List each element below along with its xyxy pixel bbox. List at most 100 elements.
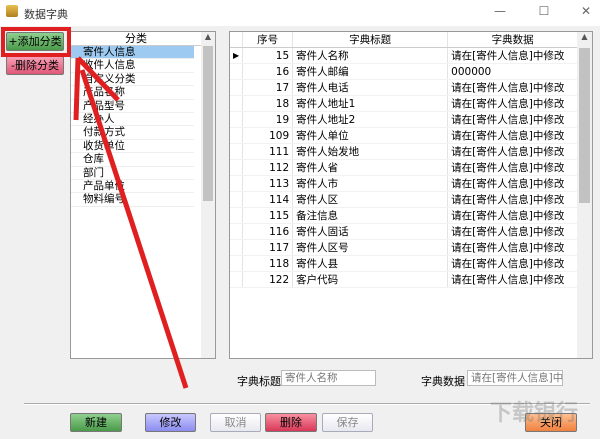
table-row[interactable]: 115 备注信息 请在[寄件人信息]中修改 [230,207,579,224]
delete-button[interactable]: 删除 [265,413,317,432]
new-button[interactable]: 新建 [70,413,122,432]
row-id: 15 [242,47,294,64]
category-item[interactable]: 经办人 [71,113,194,127]
row-id: 118 [242,255,294,272]
row-title: 备注信息 [292,207,449,224]
row-title: 寄件人市 [292,175,449,192]
row-indicator-icon [230,95,244,112]
scroll-up-icon[interactable]: ▲ [577,32,592,41]
cancel-button[interactable]: 取消 [210,413,261,432]
row-id: 111 [242,143,294,160]
row-indicator-icon [230,271,244,288]
app-icon [6,5,18,17]
row-data: 请在[寄件人信息]中修改 [447,111,579,128]
table-row[interactable]: 117 寄件人区号 请在[寄件人信息]中修改 [230,239,579,256]
col-header-id[interactable]: 序号 [242,32,294,48]
table-row[interactable]: 118 寄件人县 请在[寄件人信息]中修改 [230,255,579,272]
col-header-title[interactable]: 字典标题 [292,32,449,48]
row-title: 寄件人区号 [292,239,449,256]
table-row[interactable]: 16 寄件人邮编 000000 [230,63,579,80]
title-bar [0,0,600,26]
row-title: 寄件人电话 [292,79,449,96]
maximize-button[interactable]: ☐ [534,4,554,20]
table-scrollbar[interactable]: ▲ [577,32,592,358]
edit-button[interactable]: 修改 [145,413,196,432]
category-item[interactable]: 产品单位 [71,180,194,194]
table-row[interactable]: 111 寄件人始发地 请在[寄件人信息]中修改 [230,143,579,160]
minimize-button[interactable]: — [490,4,510,20]
save-button[interactable]: 保存 [322,413,373,432]
table-row[interactable]: 114 寄件人区 请在[寄件人信息]中修改 [230,191,579,208]
row-id: 112 [242,159,294,176]
row-data: 请在[寄件人信息]中修改 [447,127,579,144]
row-indicator-icon [230,79,244,96]
table-row[interactable]: 17 寄件人电话 请在[寄件人信息]中修改 [230,79,579,96]
table-row[interactable]: 19 寄件人地址2 请在[寄件人信息]中修改 [230,111,579,128]
row-indicator-icon [230,223,244,240]
row-id: 17 [242,79,294,96]
row-data: 请在[寄件人信息]中修改 [447,207,579,224]
row-indicator-icon [230,63,244,80]
row-indicator-icon [230,239,244,256]
category-scrollbar[interactable]: ▲ [201,32,215,358]
row-indicator-icon [230,111,244,128]
row-id: 122 [242,271,294,288]
table-row[interactable]: 109 寄件人单位 请在[寄件人信息]中修改 [230,127,579,144]
category-item[interactable]: 产品型号 [71,100,194,113]
delete-category-button[interactable]: -删除分类 [6,56,64,75]
row-data: 请在[寄件人信息]中修改 [447,47,579,64]
category-item[interactable]: 寄件人信息 [71,46,194,60]
window-title: 数据字典 [24,8,68,21]
add-category-button[interactable]: +添加分类 [6,32,64,51]
row-data: 请在[寄件人信息]中修改 [447,95,579,112]
table-row[interactable]: 112 寄件人省 请在[寄件人信息]中修改 [230,159,579,176]
category-item[interactable]: 自定义分类 [71,73,194,87]
row-title: 寄件人县 [292,255,449,272]
category-item[interactable]: 收货单位 [71,140,194,154]
row-id: 116 [242,223,294,240]
category-item[interactable]: 仓库 [71,153,194,167]
row-indicator-icon [230,127,244,144]
row-data: 请在[寄件人信息]中修改 [447,79,579,96]
category-item[interactable]: 付款方式 [71,126,194,140]
table-row[interactable]: 116 寄件人固话 请在[寄件人信息]中修改 [230,223,579,240]
row-title: 寄件人名称 [292,47,449,64]
table-row[interactable]: ▶ 15 寄件人名称 请在[寄件人信息]中修改 [230,47,579,64]
close-window-button[interactable]: ✕ [576,4,596,20]
row-id: 113 [242,175,294,192]
col-header-data[interactable]: 字典数据 [447,32,579,48]
title-label: 字典标题 [237,375,281,388]
row-id: 117 [242,239,294,256]
table-row[interactable]: 18 寄件人地址1 请在[寄件人信息]中修改 [230,95,579,112]
row-indicator-icon [230,143,244,160]
row-indicator-icon [230,207,244,224]
row-id: 114 [242,191,294,208]
table-row[interactable]: 113 寄件人市 请在[寄件人信息]中修改 [230,175,579,192]
row-data: 000000 [447,63,579,80]
table-row[interactable]: 122 客户代码 请在[寄件人信息]中修改 [230,271,579,288]
data-input[interactable]: 请在[寄件人信息]中修 [467,370,563,386]
scroll-thumb[interactable] [579,48,590,203]
row-title: 寄件人单位 [292,127,449,144]
row-title: 寄件人省 [292,159,449,176]
title-input[interactable]: 寄件人名称 [281,370,376,386]
row-id: 19 [242,111,294,128]
row-title: 寄件人始发地 [292,143,449,160]
row-data: 请在[寄件人信息]中修改 [447,143,579,160]
category-item[interactable]: 物料编号 [71,193,194,207]
category-item[interactable]: 收件人信息 [71,59,194,73]
scroll-up-icon[interactable]: ▲ [201,32,215,41]
row-data: 请在[寄件人信息]中修改 [447,175,579,192]
category-item[interactable]: 产品名称 [71,86,194,100]
row-data: 请在[寄件人信息]中修改 [447,239,579,256]
category-item[interactable]: 部门 [71,167,194,180]
row-indicator-icon [230,191,244,208]
dictionary-table-panel: 序号 字典标题 字典数据 ▶ 15 寄件人名称 请在[寄件人信息]中修改 16 寄件人邮编… [229,31,593,359]
watermark: 下载银行 [490,401,579,426]
row-id: 16 [242,63,294,80]
row-title: 寄件人邮编 [292,63,449,80]
scroll-thumb[interactable] [203,46,213,201]
row-indicator-icon [230,255,244,272]
row-data: 请在[寄件人信息]中修改 [447,159,579,176]
row-data: 请在[寄件人信息]中修改 [447,191,579,208]
